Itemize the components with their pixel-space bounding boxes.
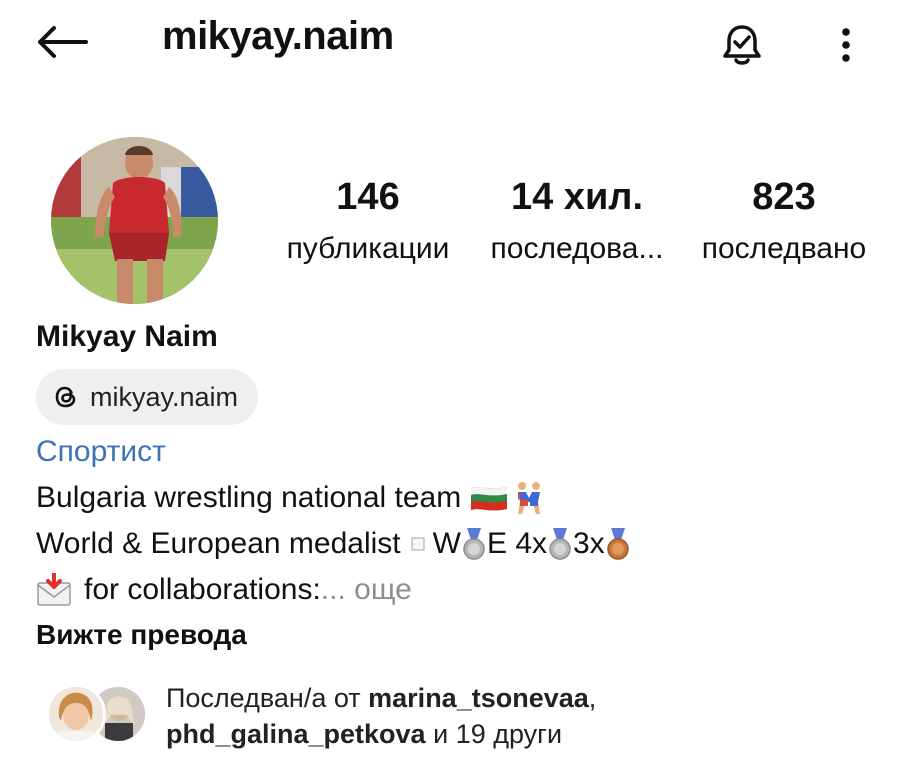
mutual-follower-1: marina_tsonevaa xyxy=(368,683,589,713)
followers-label: последова... xyxy=(490,232,664,265)
threads-icon xyxy=(55,386,76,408)
avatar-photo xyxy=(51,137,218,304)
bio-line-3: for collaborations: ... още xyxy=(36,572,412,608)
bio-line-3-text: for collaborations: xyxy=(84,573,321,606)
vertical-dots-icon xyxy=(842,28,850,62)
back-arrow-icon xyxy=(38,26,88,58)
bulgaria-flag-icon xyxy=(469,484,509,512)
followers-count: 14 хил. xyxy=(510,176,644,218)
threads-link-chip[interactable]: mikyay.naim xyxy=(36,369,259,425)
following-count: 823 xyxy=(752,176,816,218)
display-name: Mikyay Naim xyxy=(36,320,218,353)
bio-bronze-count: 3x xyxy=(573,527,605,560)
followed-by-separator: , xyxy=(588,683,597,713)
followed-by-text: Последван/а от marina_tsonevaa, phd_gali… xyxy=(166,680,596,752)
profile-avatar[interactable] xyxy=(51,137,218,304)
following-stat[interactable]: 823 последвано xyxy=(686,175,882,267)
silver-medal-icon xyxy=(547,526,573,562)
followed-by-suffix: и 19 други xyxy=(433,719,563,749)
profile-category[interactable]: Спортист xyxy=(36,435,166,469)
bio-line-1-text: Bulgaria wrestling national team xyxy=(36,481,462,514)
wrestlers-icon xyxy=(511,480,547,516)
posts-stat[interactable]: 146 публикации xyxy=(268,175,468,267)
bio-line-2: World & European medalist W E 4x 3x xyxy=(36,526,631,562)
see-translation-link[interactable]: Вижте превода xyxy=(36,619,247,651)
mutual-avatars xyxy=(46,684,148,744)
posts-label: публикации xyxy=(286,232,450,265)
followed-by-section[interactable]: Последван/а от marina_tsonevaa, phd_gali… xyxy=(46,680,906,750)
bio-line-2-text: World & European medalist xyxy=(36,527,401,560)
bio-european-label: E 4x xyxy=(486,527,547,560)
posts-count: 146 xyxy=(336,176,400,218)
bio-line-1: Bulgaria wrestling national team xyxy=(36,480,547,516)
bio-more-link[interactable]: ... още xyxy=(321,572,412,608)
more-options-button[interactable] xyxy=(826,20,866,70)
following-label: последвано xyxy=(701,232,867,265)
threads-handle: mikyay.naim xyxy=(90,381,239,412)
bell-check-icon xyxy=(723,25,761,65)
mutual-follower-2: phd_galina_petkova xyxy=(166,719,426,749)
notifications-button[interactable] xyxy=(717,20,767,70)
envelope-inbox-icon xyxy=(36,573,72,607)
avatar xyxy=(46,684,106,744)
blank-square-icon xyxy=(410,537,425,551)
back-button[interactable] xyxy=(34,18,90,66)
silver-medal-icon xyxy=(461,526,487,562)
bronze-medal-icon xyxy=(605,526,631,562)
followers-stat[interactable]: 14 хил. последова... xyxy=(474,175,680,267)
profile-header: mikyay.naim xyxy=(0,0,918,84)
bio-world-label: W xyxy=(432,527,461,560)
page-title: mikyay.naim xyxy=(162,14,394,58)
followed-by-prefix: Последван/а от xyxy=(166,683,361,713)
